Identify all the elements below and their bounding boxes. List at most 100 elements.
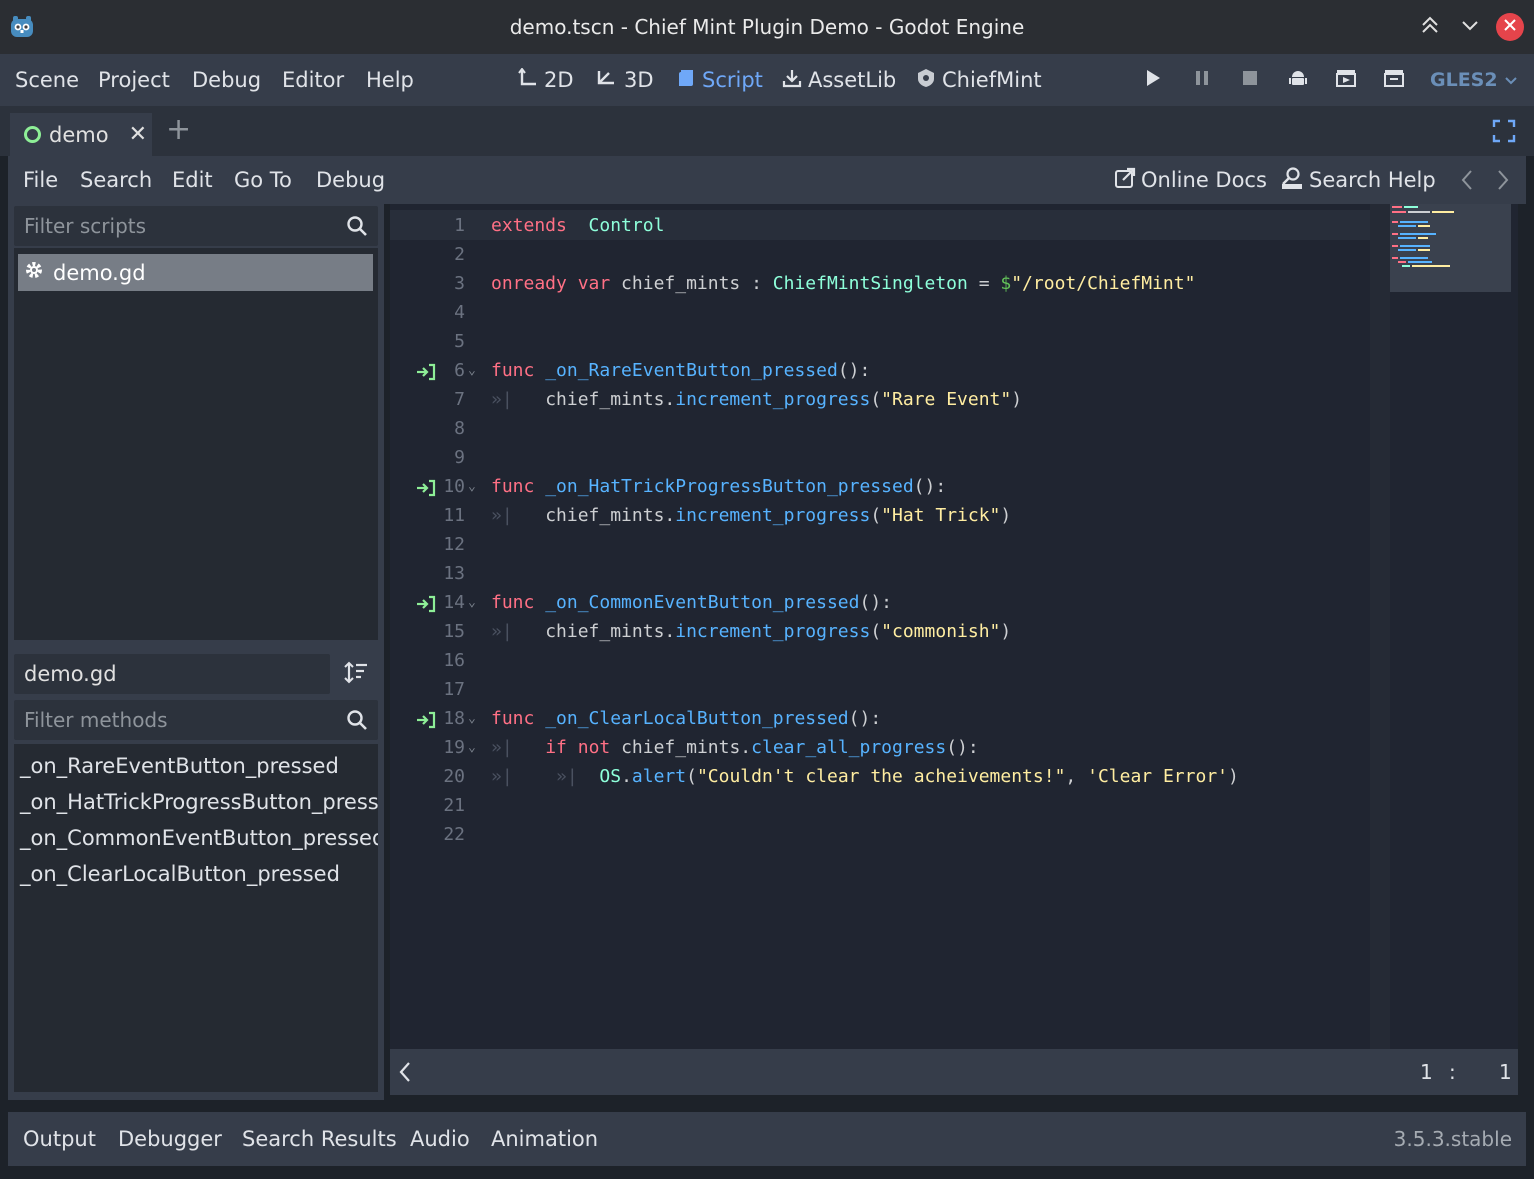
history-back-button[interactable]: [1460, 168, 1474, 196]
script-menu-file[interactable]: File: [23, 156, 58, 204]
code-line[interactable]: 10 ⌄ func _on_HatTrickProgressButton_press…: [390, 472, 1366, 501]
code-line[interactable]: 20 »| »| OS.alert("Couldn't clear the ach…: [390, 762, 1366, 791]
code-line[interactable]: 12: [390, 530, 1366, 559]
remote-deploy-button[interactable]: [1283, 66, 1313, 94]
window-minimize-button[interactable]: [1456, 13, 1484, 41]
code-line[interactable]: 4: [390, 298, 1366, 327]
code-line[interactable]: 17: [390, 675, 1366, 704]
script-list-item[interactable]: demo.gd: [18, 254, 373, 291]
menu-debug[interactable]: Debug: [192, 54, 261, 106]
workspace-3d-button[interactable]: 3D: [596, 54, 654, 106]
pause-button[interactable]: [1187, 66, 1217, 94]
close-icon[interactable]: ✕: [129, 122, 147, 147]
workspace-script-button[interactable]: Script: [676, 54, 763, 106]
code-line[interactable]: 13: [390, 559, 1366, 588]
window-close-button[interactable]: [1496, 13, 1524, 41]
code-text: extends Control: [491, 215, 665, 236]
code-line[interactable]: 22: [390, 820, 1366, 849]
method-item[interactable]: _on_ClearLocalButton_pressed: [20, 862, 340, 886]
tab-search-results[interactable]: Search Results: [242, 1112, 397, 1166]
code-line[interactable]: 2: [390, 240, 1366, 269]
workspace-2d-button[interactable]: 2D: [518, 54, 574, 106]
workspace-chiefmint-button[interactable]: ChiefMint: [916, 54, 1042, 106]
code-line[interactable]: 18 ⌄ func _on_ClearLocalButton_pressed():: [390, 704, 1366, 733]
fold-arrow-icon[interactable]: ⌄: [468, 356, 476, 385]
download-icon: [782, 68, 802, 93]
line-number: 9: [454, 447, 465, 468]
code-line[interactable]: 11 »| chief_mints.increment_progress("Hat…: [390, 501, 1366, 530]
menu-editor[interactable]: Editor: [282, 54, 344, 106]
fold-arrow-icon[interactable]: ⌄: [468, 704, 476, 733]
method-item[interactable]: _on_HatTrickProgressButton_presse: [20, 790, 378, 814]
tab-animation[interactable]: Animation: [491, 1112, 598, 1166]
fold-arrow-icon[interactable]: ⌄: [468, 472, 476, 501]
menu-project[interactable]: Project: [98, 54, 170, 106]
scene-tab-demo[interactable]: demo ✕: [10, 113, 152, 156]
code-line[interactable]: 3 onready var chief_mints : ChiefMintSing…: [390, 269, 1366, 298]
line-number: 4: [454, 302, 465, 323]
line-number: 3: [454, 273, 465, 294]
code-text: »| chief_mints.increment_progress("commo…: [491, 621, 1012, 642]
tab-output[interactable]: Output: [23, 1112, 96, 1166]
code-line[interactable]: 14 ⌄ func _on_CommonEventButton_pressed():: [390, 588, 1366, 617]
line-number: 12: [443, 534, 465, 555]
code-line[interactable]: 5: [390, 327, 1366, 356]
toggle-scripts-panel-button[interactable]: [398, 1060, 412, 1088]
filter-methods-field[interactable]: [14, 700, 378, 740]
code-line[interactable]: 7 »| chief_mints.increment_progress("Rare…: [390, 385, 1366, 414]
fold-arrow-icon[interactable]: ⌄: [468, 733, 476, 762]
code-editor[interactable]: 1 extends Control 2 3 onready var chief_mint…: [390, 204, 1518, 1049]
workspace-script-label: Script: [702, 68, 763, 92]
line-number: 1: [454, 215, 465, 236]
play-button[interactable]: [1138, 66, 1168, 94]
code-text: func _on_RareEventButton_pressed():: [491, 360, 871, 381]
window-collapse-button[interactable]: [1416, 13, 1444, 41]
double-chevron-up-icon: [1419, 14, 1441, 40]
menu-help[interactable]: Help: [366, 54, 414, 106]
fold-arrow-icon[interactable]: ⌄: [468, 588, 476, 617]
cursor-column: 1: [1499, 1060, 1512, 1084]
line-number: 2: [454, 244, 465, 265]
distraction-free-button[interactable]: [1492, 119, 1516, 147]
cursor-line: 1: [1420, 1060, 1433, 1084]
tab-audio[interactable]: Audio: [410, 1112, 470, 1166]
code-line[interactable]: 15 »| chief_mints.increment_progress("com…: [390, 617, 1366, 646]
filter-scripts-input[interactable]: [14, 206, 378, 246]
line-number: 10: [443, 476, 465, 497]
sort-methods-button[interactable]: [343, 660, 369, 690]
history-forward-button[interactable]: [1496, 168, 1510, 196]
filter-methods-input[interactable]: [14, 700, 378, 740]
script-menu-search[interactable]: Search: [80, 156, 152, 204]
bottom-panel-bar: Output Debugger Search Results Audio Ani…: [8, 1112, 1526, 1166]
code-line[interactable]: 9: [390, 443, 1366, 472]
method-item[interactable]: _on_CommonEventButton_pressed: [20, 826, 378, 850]
play-custom-scene-button[interactable]: [1379, 66, 1409, 94]
tab-debugger[interactable]: Debugger: [118, 1112, 222, 1166]
menu-scene[interactable]: Scene: [15, 54, 79, 106]
filter-scripts-field[interactable]: [14, 206, 378, 246]
minimap[interactable]: [1390, 204, 1511, 292]
code-line[interactable]: 8: [390, 414, 1366, 443]
renderer-select[interactable]: GLES2: [1430, 54, 1518, 106]
engine-version: 3.5.3.stable: [1393, 1127, 1512, 1151]
method-item[interactable]: _on_RareEventButton_pressed: [20, 754, 339, 778]
script-name: demo.gd: [53, 260, 146, 285]
code-line[interactable]: 16: [390, 646, 1366, 675]
code-line[interactable]: 21: [390, 791, 1366, 820]
line-number: 6: [454, 360, 465, 381]
code-line[interactable]: 19 ⌄ »| if not chief_mints.clear_all_progr…: [390, 733, 1366, 762]
line-number: 8: [454, 418, 465, 439]
editor-scrollbar[interactable]: [1370, 204, 1390, 1049]
script-menu-edit[interactable]: Edit: [172, 156, 213, 204]
search-help-button[interactable]: Search Help: [1280, 156, 1436, 204]
add-scene-tab-button[interactable]: +: [166, 112, 191, 147]
online-docs-button[interactable]: Online Docs: [1114, 156, 1267, 204]
script-menu-debug[interactable]: Debug: [316, 156, 385, 204]
code-line[interactable]: 6 ⌄ func _on_RareEventButton_pressed():: [390, 356, 1366, 385]
cursor-separator: :: [1449, 1060, 1456, 1084]
stop-button[interactable]: [1235, 66, 1265, 94]
script-menu-goto[interactable]: Go To: [234, 156, 292, 204]
workspace-assetlib-button[interactable]: AssetLib: [782, 54, 896, 106]
play-scene-button[interactable]: [1331, 66, 1361, 94]
code-line[interactable]: 1 extends Control: [390, 211, 1366, 240]
